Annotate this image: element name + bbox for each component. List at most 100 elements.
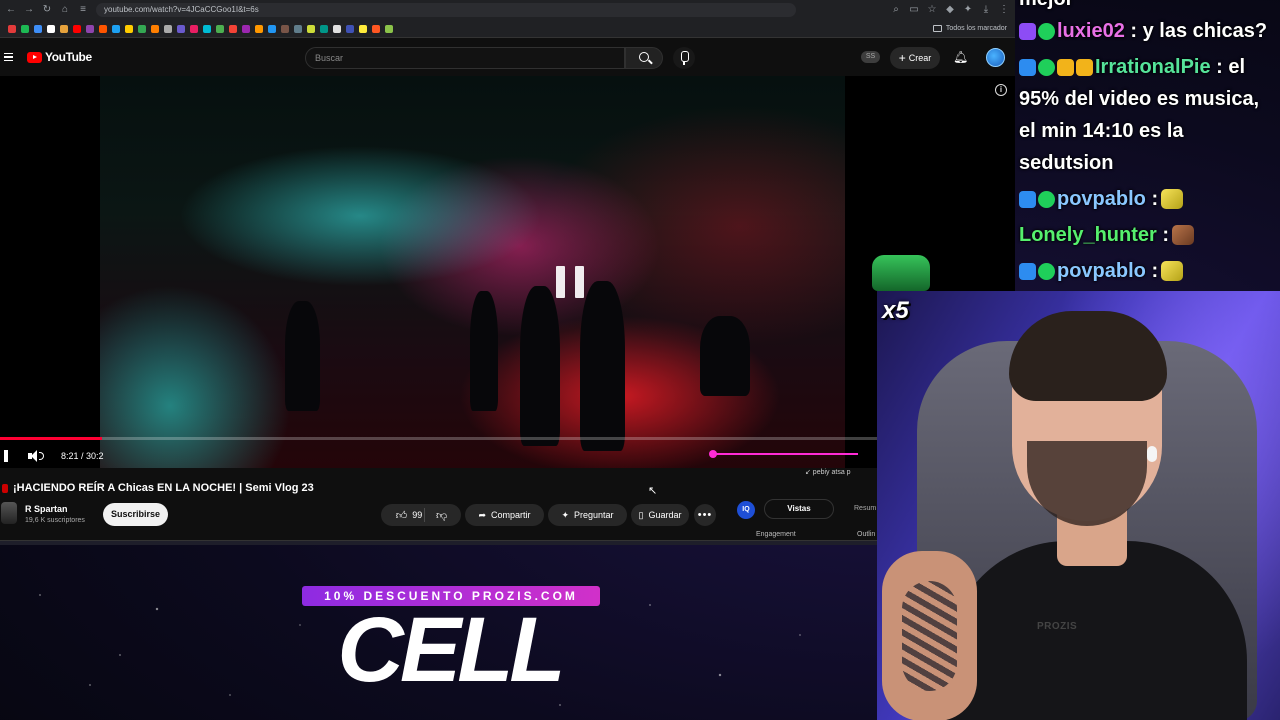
time-display: 8:21 / 30:2 [61,451,104,461]
bookmark-icon[interactable] [138,24,146,33]
chat-text: : [1145,260,1159,282]
bookmark-icon[interactable] [86,24,94,33]
bookmark-icon[interactable] [34,24,42,33]
chat-text: mejor [1019,0,1073,10]
zoom-icon[interactable]: ⌕ [891,5,901,15]
webcam-feed: PROZIS [877,291,1280,720]
chat-text: el min 14:10 es la [1019,120,1184,142]
more-options-button[interactable]: ••• [694,504,716,526]
bookmark-icon[interactable] [268,24,276,33]
back-icon[interactable]: ← [6,5,16,15]
video-frame[interactable] [100,76,845,468]
sparkle-icon: ✦ [561,509,569,520]
bookmark-icon[interactable] [47,24,55,33]
hamburger-menu-icon[interactable] [4,53,13,61]
bookmark-icon[interactable] [359,24,367,33]
thumbs-down-icon[interactable]: 👎︎ [436,509,447,522]
bookmarks-bar: Todos los marcador [0,20,1015,38]
bookmark-icon[interactable] [151,24,159,33]
bookmark-icon[interactable] [112,24,120,33]
face-emote-icon [1172,225,1195,245]
notifications-bell-icon[interactable]: 🔔︎ [953,50,968,64]
bookmark-icon[interactable] [255,24,263,33]
bookmark-icon[interactable] [203,24,211,33]
save-button[interactable]: ▯ Guardar [631,504,689,526]
outline-label: Outlin [857,531,876,538]
youtube-logo[interactable]: YouTube [27,50,92,64]
bookmark-icon[interactable] [216,24,224,33]
bookmark-icon[interactable] [372,24,380,33]
video-player[interactable]: i 8:21 / 30:2 ↙ pebiy atsa p ↖ [0,76,1015,497]
promo-word: CELL [337,599,565,701]
bookmark-icon[interactable] [8,24,16,33]
bookmark-icon[interactable] [190,24,198,33]
site-info-icon[interactable]: ≡ [78,5,88,15]
bookmark-icon[interactable] [242,24,250,33]
bookmark-icon: ▯ [638,509,644,520]
account-avatar[interactable] [986,48,1005,67]
search-icon [639,52,649,62]
forward-icon[interactable]: → [24,5,34,15]
chat-message: povpablo : [1019,188,1184,211]
bookmark-icon[interactable] [294,24,302,33]
home-icon[interactable]: ⌂ [60,5,70,15]
create-button[interactable]: + Crear [890,47,940,69]
ss-badge[interactable]: SS [861,51,880,63]
bookmark-icon[interactable] [99,24,107,33]
progress-fill [0,437,102,440]
menu-dots-icon[interactable]: ⋮ [999,5,1009,15]
bookmark-icon[interactable] [164,24,172,33]
all-bookmarks[interactable]: Todos los marcador [932,25,1007,32]
ask-button[interactable]: ✦ Preguntar [548,504,627,526]
chat-text: : y las chicas? [1124,20,1268,42]
chat-message: mejor [1019,0,1073,11]
bookmark-icon[interactable] [346,24,354,33]
volume-slider[interactable] [712,453,858,455]
mouse-cursor-icon: ↖ [648,485,658,497]
tab-resumen[interactable]: Resum [854,505,876,512]
subscribe-button[interactable]: Suscribirse [103,503,168,526]
volume-slider-knob[interactable] [709,450,717,458]
iq-icon[interactable]: IQ [737,501,755,519]
puzzle-icon[interactable]: ✦ [963,5,973,15]
gold-badge-icon [1057,59,1074,76]
share-button[interactable]: ➦ Compartir [465,504,544,526]
microphone-icon[interactable] [673,47,695,69]
play-pause-button[interactable] [4,450,8,462]
cast-icon[interactable]: ▭ [909,5,919,15]
chat-username[interactable]: povpablo [1057,188,1146,210]
chat-username[interactable]: luxie02 [1057,20,1125,42]
bookmark-icon[interactable] [21,24,29,33]
bookmark-icon[interactable] [60,24,68,33]
like-button[interactable]: 👍︎ 99 [381,504,461,526]
bookmark-icon[interactable] [333,24,341,33]
bookmark-icon[interactable] [73,24,81,33]
bookmark-icon[interactable] [307,24,315,33]
extension-icon[interactable]: ◆ [945,5,955,15]
chat-username[interactable]: IrrationalPie [1095,56,1211,78]
chat-username[interactable]: povpablo [1057,260,1146,282]
bookmark-icon[interactable] [281,24,289,33]
address-bar[interactable]: youtube.com/watch?v=4JCaCCGoo1I&t=6s [96,3,796,17]
info-icon[interactable]: i [995,84,1007,96]
bookmark-icon[interactable] [385,24,393,33]
bookmark-icon[interactable] [229,24,237,33]
chat-username[interactable]: Lonely_hunter [1019,224,1157,246]
download-icon[interactable]: ⤓ [981,5,991,15]
channel-name[interactable]: R Spartan [25,504,68,514]
taskbar [0,540,1015,545]
progress-track[interactable] [0,437,1015,440]
tab-vistas[interactable]: Vistas [764,499,834,519]
youtube-logo-text: YouTube [45,50,92,64]
search-input[interactable]: Buscar [305,47,625,69]
search-button[interactable] [625,47,663,69]
gift-alert: x5 [872,255,930,325]
reload-icon[interactable]: ↻ [42,5,52,15]
bookmark-icon[interactable] [177,24,185,33]
arm-tattoo [902,581,957,691]
pause-overlay-icon[interactable] [556,266,584,298]
bookmark-icon[interactable] [125,24,133,33]
bookmark-icon[interactable] [320,24,328,33]
channel-avatar[interactable] [1,502,17,524]
star-icon[interactable]: ☆ [927,5,937,15]
